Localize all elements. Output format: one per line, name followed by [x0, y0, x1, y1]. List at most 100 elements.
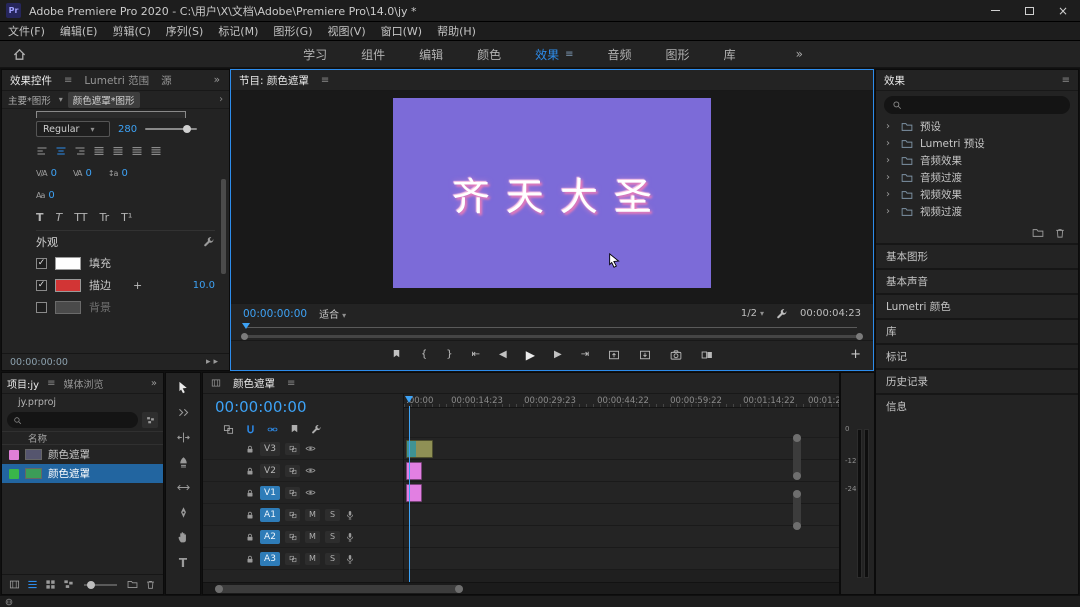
small-caps-button[interactable]: Tr	[100, 211, 110, 224]
chevron-right-icon[interactable]: ›	[886, 189, 894, 200]
stacked-panel-history[interactable]: 历史记录	[876, 368, 1078, 393]
razor-tool[interactable]	[177, 456, 190, 469]
zoom-handle-right[interactable]	[856, 333, 863, 340]
menu-sequence[interactable]: 序列(S)	[166, 23, 204, 39]
menu-graphics[interactable]: 图形(G)	[273, 23, 312, 39]
export-frame-camera-icon[interactable]	[670, 349, 682, 361]
sync-lock-icon[interactable]	[285, 465, 300, 477]
go-to-in-button[interactable]: ⇤	[472, 349, 480, 360]
maximize-button[interactable]	[1012, 0, 1046, 22]
workspace-tab-color[interactable]: 颜色	[477, 46, 501, 63]
stacked-panel-markers[interactable]: 标记	[876, 343, 1078, 368]
program-current-timecode[interactable]: 00:00:00:00	[243, 308, 307, 320]
justify-all-icon[interactable]	[150, 145, 162, 157]
selection-tool[interactable]	[177, 381, 190, 394]
nest-insert-icon[interactable]	[223, 424, 234, 435]
align-center-icon[interactable]	[55, 145, 67, 157]
video-tracks-scrollbar[interactable]	[793, 434, 801, 480]
stacked-panel-libraries[interactable]: 库	[876, 318, 1078, 343]
wrench-icon[interactable]	[203, 236, 215, 248]
menu-markers[interactable]: 标记(M)	[218, 23, 258, 39]
tab-effects[interactable]: 效果	[884, 73, 905, 88]
scroll-handle[interactable]	[793, 434, 801, 442]
tracking-control[interactable]: VA0	[73, 168, 92, 179]
solo-button[interactable]: S	[325, 509, 340, 521]
mark-in-button[interactable]: {	[421, 349, 427, 360]
panel-menu-icon[interactable]: ≡	[287, 378, 295, 389]
snap-magnet-icon[interactable]	[245, 424, 256, 435]
mute-button[interactable]: M	[305, 553, 320, 565]
icon-view-icon[interactable]	[45, 579, 56, 590]
track-select-forward-tool[interactable]	[177, 406, 190, 419]
effects-bin-video-transitions[interactable]: › 视频过渡	[876, 203, 1078, 220]
home-button[interactable]	[12, 47, 27, 62]
close-button[interactable]: ×	[1046, 0, 1080, 22]
leading-control[interactable]: ↕a0	[108, 168, 128, 179]
hand-tool[interactable]	[177, 531, 190, 544]
new-bin-folder-icon[interactable]	[127, 579, 138, 590]
effects-bin-lumetri-presets[interactable]: › Lumetri 预设	[876, 135, 1078, 152]
track-output-eye-icon[interactable]	[305, 465, 316, 476]
voiceover-mic-icon[interactable]	[345, 554, 355, 564]
lift-icon[interactable]	[608, 349, 620, 361]
tracking-value[interactable]: 0	[85, 168, 91, 179]
name-column-header[interactable]: 名称	[2, 431, 163, 445]
faux-italic-button[interactable]: T	[56, 211, 63, 224]
background-color-swatch[interactable]	[55, 301, 81, 314]
go-to-out-button[interactable]: ⇥	[581, 349, 589, 360]
playhead-icon[interactable]	[242, 323, 250, 333]
sync-lock-icon[interactable]	[285, 531, 300, 543]
timeline-playhead[interactable]	[409, 406, 410, 582]
mute-button[interactable]: M	[305, 509, 320, 521]
mute-button[interactable]: M	[305, 531, 320, 543]
sync-lock-icon[interactable]	[285, 553, 300, 565]
lane-a3[interactable]	[404, 548, 839, 570]
master-clip-crumb[interactable]: 主要*图形	[8, 93, 51, 107]
settings-wrench-icon[interactable]	[776, 308, 788, 320]
search-bin-button[interactable]	[142, 412, 158, 428]
font-size-value[interactable]: 280	[118, 124, 137, 135]
sync-lock-icon[interactable]	[285, 443, 300, 455]
extract-icon[interactable]	[639, 349, 651, 361]
effect-controls-timecode[interactable]: 00:00:00:00	[10, 357, 68, 368]
stroke-color-swatch[interactable]	[55, 279, 81, 292]
panel-menu-icon[interactable]: ≡	[1062, 75, 1070, 86]
ripple-edit-tool[interactable]	[177, 431, 190, 444]
thumbnail-zoom-slider[interactable]	[84, 584, 117, 586]
video-frame[interactable]: 齐天大圣	[393, 98, 711, 288]
lock-icon[interactable]	[245, 532, 255, 542]
timeline-settings-wrench-icon[interactable]	[311, 424, 322, 435]
lock-icon[interactable]	[245, 488, 255, 498]
chevron-right-icon[interactable]: ›	[886, 206, 894, 217]
play-indicator-icons[interactable]: ▸▸	[206, 357, 221, 367]
effects-bin-audio-effects[interactable]: › 音频效果	[876, 152, 1078, 169]
add-marker-icon[interactable]	[289, 424, 300, 435]
align-right-icon[interactable]	[74, 145, 86, 157]
delete-trash-icon[interactable]	[1054, 227, 1066, 239]
all-caps-button[interactable]: TT	[74, 211, 87, 224]
scroll-handle[interactable]	[793, 472, 801, 480]
stroke-checkbox[interactable]: ✓	[36, 280, 47, 291]
workspace-tab-editing[interactable]: 编辑	[419, 46, 443, 63]
lock-icon[interactable]	[245, 466, 255, 476]
slip-tool[interactable]	[177, 481, 190, 494]
track-name-v3[interactable]: V3	[260, 442, 280, 456]
panel-menu-icon[interactable]: ≡	[321, 75, 329, 86]
baseline-value[interactable]: 0	[48, 190, 54, 201]
timeline-current-timecode[interactable]: 00:00:00:00	[203, 394, 403, 420]
track-name-v1[interactable]: V1	[260, 486, 280, 500]
workspace-tab-graphics[interactable]: 图形	[666, 46, 690, 63]
label-color-swatch[interactable]	[9, 469, 19, 479]
timeline-lanes[interactable]: :00:00 00:00:14:23 00:00:29:23 00:00:44:…	[404, 394, 839, 582]
new-custom-bin-folder-icon[interactable]	[1032, 227, 1044, 239]
workspace-tab-assembly[interactable]: 组件	[361, 46, 385, 63]
effects-bin-presets[interactable]: › 预设	[876, 118, 1078, 135]
tab-effect-controls[interactable]: 效果控件	[10, 73, 52, 88]
stacked-panel-essential-graphics[interactable]: 基本图形	[876, 243, 1078, 268]
clip-crumb[interactable]: 颜色遮罩*图形	[68, 92, 140, 108]
chevron-right-icon[interactable]: ›	[886, 138, 894, 149]
font-family-dropdown-partial[interactable]	[36, 109, 215, 118]
lane-v3[interactable]	[404, 438, 839, 460]
workspace-tab-libraries[interactable]: 库	[724, 46, 736, 63]
chevron-right-icon[interactable]: ›	[886, 155, 894, 166]
